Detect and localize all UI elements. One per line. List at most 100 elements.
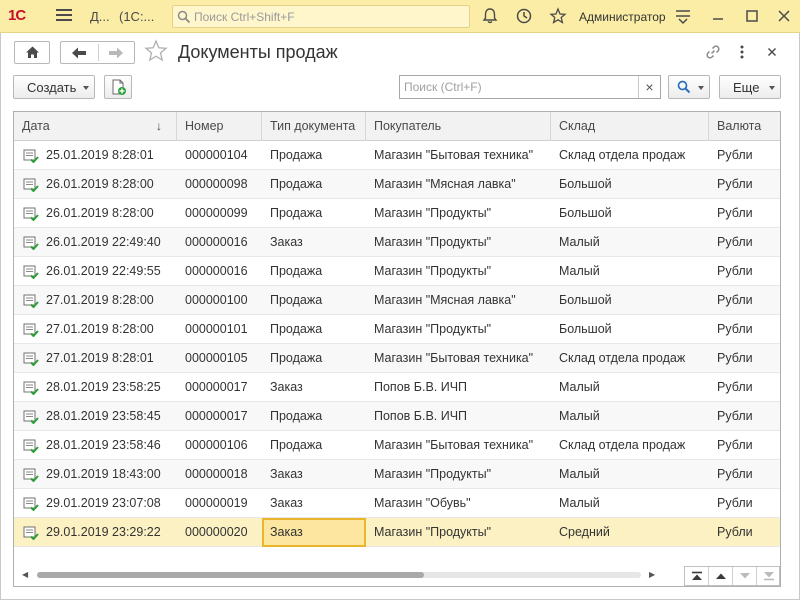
global-search-input[interactable]: Поиск Ctrl+Shift+F	[172, 5, 470, 28]
cell-doc-type[interactable]: Заказ	[262, 518, 366, 547]
settings-icon[interactable]	[674, 7, 692, 25]
cell-currency[interactable]: Рубли	[709, 489, 780, 518]
column-header-currency[interactable]: Валюта	[709, 112, 780, 141]
cell-buyer[interactable]: Магазин "Обувь"	[366, 489, 551, 518]
table-row[interactable]: 26.01.2019 22:49:40 000000016 Заказ Магазин…	[14, 228, 780, 257]
table-row[interactable]: 28.01.2019 23:58:45 000000017 Продажа Попов…	[14, 402, 780, 431]
link-icon[interactable]	[704, 43, 722, 61]
cell-currency[interactable]: Рубли	[709, 344, 780, 373]
cell-number[interactable]: 000000017	[177, 402, 262, 431]
cell-buyer[interactable]: Магазин "Мясная лавка"	[366, 286, 551, 315]
last-page-button[interactable]	[757, 567, 781, 585]
table-row[interactable]: 28.01.2019 23:58:46 000000106 Продажа Магаз…	[14, 431, 780, 460]
column-header-date[interactable]: Дата ↓	[14, 112, 177, 141]
cell-date[interactable]: 28.01.2019 23:58:45	[14, 402, 177, 431]
cell-buyer[interactable]: Магазин "Продукты"	[366, 315, 551, 344]
home-button[interactable]	[14, 41, 50, 64]
cell-currency[interactable]: Рубли	[709, 170, 780, 199]
cell-buyer[interactable]: Магазин "Бытовая техника"	[366, 141, 551, 170]
cell-date[interactable]: 26.01.2019 8:28:00	[14, 170, 177, 199]
bell-icon[interactable]	[481, 7, 499, 25]
cell-number[interactable]: 000000100	[177, 286, 262, 315]
table-row[interactable]: 28.01.2019 23:58:25 000000017 Заказ Попов Б…	[14, 373, 780, 402]
menu-icon[interactable]	[56, 9, 72, 23]
documents-table[interactable]: Дата ↓ Номер Тип документа Покупатель Ск…	[13, 111, 781, 587]
table-row[interactable]: 29.01.2019 23:29:22 000000020 Заказ Магазин…	[14, 518, 780, 547]
scroll-left-icon[interactable]: ◀	[22, 570, 28, 579]
cell-currency[interactable]: Рубли	[709, 199, 780, 228]
close-icon[interactable]	[775, 7, 793, 25]
scrollbar-thumb[interactable]	[37, 572, 424, 578]
previous-page-button[interactable]	[709, 567, 733, 585]
cell-buyer[interactable]: Магазин "Мясная лавка"	[366, 170, 551, 199]
cell-buyer[interactable]: Магазин "Продукты"	[366, 518, 551, 547]
cell-warehouse[interactable]: Малый	[551, 257, 709, 286]
cell-number[interactable]: 000000099	[177, 199, 262, 228]
current-user[interactable]: Администратор	[579, 10, 666, 24]
add-document-button[interactable]	[104, 75, 132, 99]
forward-arrow-icon[interactable]	[108, 46, 124, 60]
form-close-icon[interactable]	[763, 43, 781, 61]
cell-warehouse[interactable]: Малый	[551, 460, 709, 489]
table-row[interactable]: 27.01.2019 8:28:01 000000105 Продажа Магази…	[14, 344, 780, 373]
cell-warehouse[interactable]: Большой	[551, 315, 709, 344]
cell-number[interactable]: 000000106	[177, 431, 262, 460]
cell-number[interactable]: 000000020	[177, 518, 262, 547]
cell-number[interactable]: 000000101	[177, 315, 262, 344]
column-header-warehouse[interactable]: Склад	[551, 112, 709, 141]
cell-number[interactable]: 000000016	[177, 228, 262, 257]
sort-descending-icon[interactable]: ↓	[156, 119, 162, 133]
search-options-button[interactable]	[668, 75, 710, 99]
create-button[interactable]: Создать	[13, 75, 95, 99]
column-header-number[interactable]: Номер	[177, 112, 262, 141]
history-icon[interactable]	[515, 7, 533, 25]
cell-date[interactable]: 29.01.2019 18:43:00	[14, 460, 177, 489]
table-row[interactable]: 26.01.2019 22:49:55 000000016 Продажа Магаз…	[14, 257, 780, 286]
cell-date[interactable]: 26.01.2019 8:28:00	[14, 199, 177, 228]
favorite-star-icon[interactable]	[144, 39, 168, 63]
table-row[interactable]: 27.01.2019 8:28:00 000000101 Продажа Магази…	[14, 315, 780, 344]
more-icon[interactable]	[733, 43, 751, 61]
cell-warehouse[interactable]: Средний	[551, 518, 709, 547]
cell-doc-type[interactable]: Заказ	[262, 460, 366, 489]
cell-buyer[interactable]: Магазин "Бытовая техника"	[366, 431, 551, 460]
cell-doc-type[interactable]: Продажа	[262, 431, 366, 460]
table-row[interactable]: 26.01.2019 8:28:00 000000099 Продажа Магази…	[14, 199, 780, 228]
cell-buyer[interactable]: Магазин "Продукты"	[366, 257, 551, 286]
cell-warehouse[interactable]: Малый	[551, 373, 709, 402]
cell-warehouse[interactable]: Большой	[551, 286, 709, 315]
cell-number[interactable]: 000000104	[177, 141, 262, 170]
cell-currency[interactable]: Рубли	[709, 257, 780, 286]
cell-warehouse[interactable]: Большой	[551, 199, 709, 228]
cell-doc-type[interactable]: Заказ	[262, 373, 366, 402]
table-row[interactable]: 25.01.2019 8:28:01 000000104 Продажа Магази…	[14, 141, 780, 170]
cell-currency[interactable]: Рубли	[709, 373, 780, 402]
cell-doc-type[interactable]: Продажа	[262, 344, 366, 373]
cell-warehouse[interactable]: Малый	[551, 489, 709, 518]
cell-number[interactable]: 000000098	[177, 170, 262, 199]
column-header-buyer[interactable]: Покупатель	[366, 112, 551, 141]
cell-number[interactable]: 000000017	[177, 373, 262, 402]
app-logo[interactable]: 1С	[8, 7, 42, 25]
table-row[interactable]: 29.01.2019 18:43:00 000000018 Заказ Магазин…	[14, 460, 780, 489]
cell-doc-type[interactable]: Продажа	[262, 141, 366, 170]
scroll-right-icon[interactable]: ▶	[649, 570, 655, 579]
first-page-button[interactable]	[685, 567, 709, 585]
column-header-doc-type[interactable]: Тип документа	[262, 112, 366, 141]
cell-number[interactable]: 000000105	[177, 344, 262, 373]
cell-currency[interactable]: Рубли	[709, 286, 780, 315]
cell-number[interactable]: 000000019	[177, 489, 262, 518]
cell-buyer[interactable]: Попов Б.В. ИЧП	[366, 373, 551, 402]
cell-warehouse[interactable]: Большой	[551, 170, 709, 199]
cell-doc-type[interactable]: Продажа	[262, 257, 366, 286]
cell-buyer[interactable]: Магазин "Продукты"	[366, 199, 551, 228]
cell-doc-type[interactable]: Продажа	[262, 170, 366, 199]
more-actions-button[interactable]: Еще	[719, 75, 781, 99]
cell-date[interactable]: 27.01.2019 8:28:00	[14, 315, 177, 344]
cell-warehouse[interactable]: Малый	[551, 228, 709, 257]
cell-warehouse[interactable]: Малый	[551, 402, 709, 431]
cell-currency[interactable]: Рубли	[709, 315, 780, 344]
cell-date[interactable]: 27.01.2019 8:28:00	[14, 286, 177, 315]
cell-currency[interactable]: Рубли	[709, 141, 780, 170]
cell-currency[interactable]: Рубли	[709, 431, 780, 460]
